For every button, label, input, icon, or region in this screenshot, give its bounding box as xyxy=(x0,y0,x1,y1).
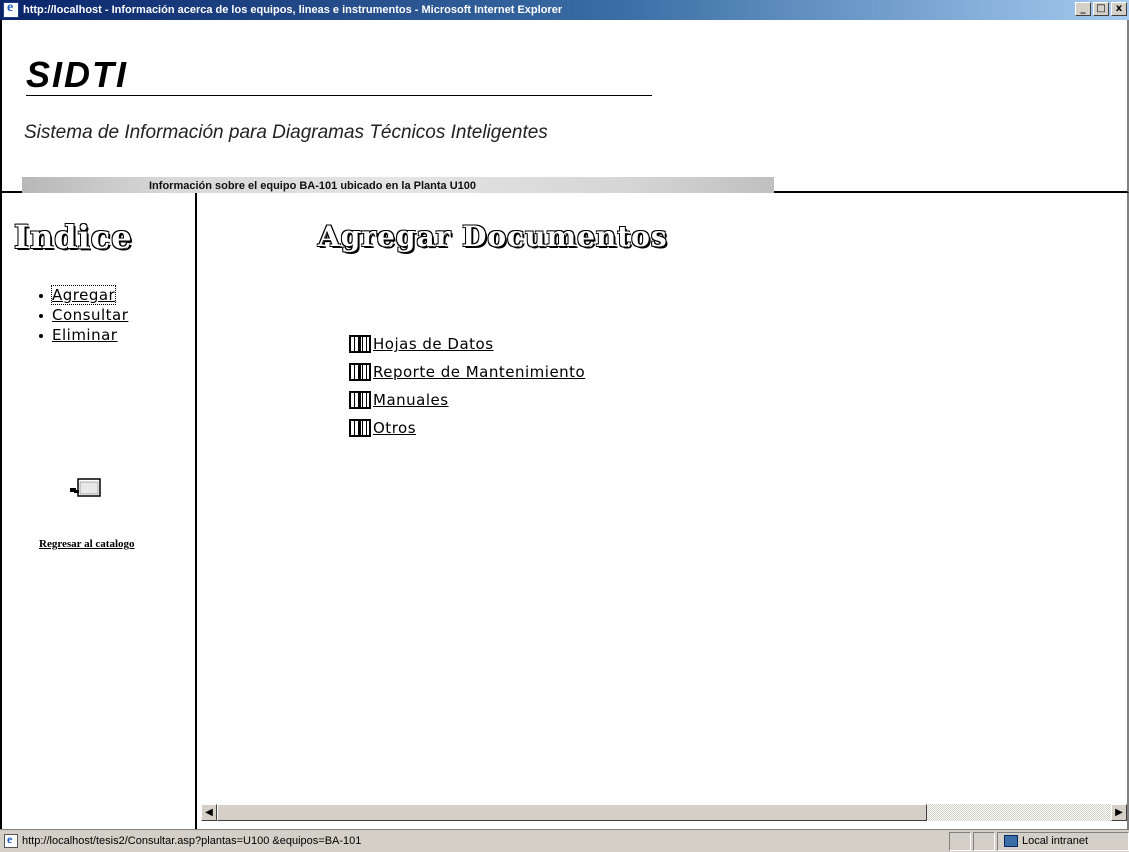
sidebar-frame: Indice Agregar Consultar Eliminar Regres… xyxy=(0,193,197,829)
main-frame: Agregar Documentos Hojas de Datos Report… xyxy=(197,193,1129,829)
horizontal-scrollbar[interactable]: ◀ ▶ xyxy=(201,804,1127,821)
site-subtitle: Sistema de Información para Diagramas Té… xyxy=(24,122,548,143)
brand-logo: SIDTI xyxy=(26,54,129,95)
sidebar-link-agregar[interactable]: Agregar xyxy=(50,285,117,305)
scrollbar-thumb[interactable] xyxy=(217,804,927,821)
list-item[interactable]: Manuales xyxy=(349,386,585,414)
scroll-left-button[interactable]: ◀ xyxy=(201,804,217,821)
sidebar-title: Indice xyxy=(14,218,133,256)
status-bar: http://localhost/tesis2/Consultar.asp?pl… xyxy=(0,829,1129,852)
sidebar-link-consultar[interactable]: Consultar xyxy=(52,306,128,324)
security-zone-label: Local intranet xyxy=(1021,835,1088,847)
back-to-catalog-link[interactable]: Regresar al catalogo xyxy=(39,538,135,550)
sidebar-item-agregar[interactable]: Agregar xyxy=(38,285,128,305)
list-item[interactable]: Otros xyxy=(349,414,585,442)
sidebar-item-eliminar[interactable]: Eliminar xyxy=(38,325,128,345)
status-panel-empty xyxy=(972,831,995,851)
window-title: http://localhost - Información acerca de… xyxy=(23,4,563,16)
document-type-list: Hojas de Datos Reporte de Mantenimiento … xyxy=(349,330,585,442)
manuales-link[interactable]: Manuales xyxy=(373,391,449,409)
page-status-icon xyxy=(4,832,18,848)
intranet-icon xyxy=(1003,835,1018,847)
sidebar-item-consultar[interactable]: Consultar xyxy=(38,305,128,325)
header-frame: SIDTI Sistema de Información para Diagra… xyxy=(0,20,1129,196)
list-item[interactable]: Hojas de Datos xyxy=(349,330,585,358)
book-icon[interactable] xyxy=(349,419,371,437)
window-titlebar: http://localhost - Información acerca de… xyxy=(0,0,1129,20)
window-controls: _ □ x xyxy=(1075,2,1127,16)
book-icon[interactable] xyxy=(349,335,371,353)
status-url: http://localhost/tesis2/Consultar.asp?pl… xyxy=(22,835,362,847)
minimize-button[interactable]: _ xyxy=(1075,2,1091,16)
book-icon[interactable] xyxy=(349,391,371,409)
scroll-right-button[interactable]: ▶ xyxy=(1111,804,1127,821)
ie-logo-icon xyxy=(3,0,19,18)
catalog-folder-icon[interactable] xyxy=(70,476,102,498)
security-zone: Local intranet xyxy=(996,831,1129,851)
maximize-button[interactable]: □ xyxy=(1093,2,1109,16)
otros-link[interactable]: Otros xyxy=(373,419,416,437)
list-item[interactable]: Reporte de Mantenimiento xyxy=(349,358,585,386)
status-panel-empty xyxy=(948,831,971,851)
sidebar-menu: Agregar Consultar Eliminar xyxy=(38,285,128,345)
close-button[interactable]: x xyxy=(1111,2,1127,16)
hojas-de-datos-link[interactable]: Hojas de Datos xyxy=(373,335,494,353)
book-icon[interactable] xyxy=(349,363,371,381)
page-title: Agregar Documentos xyxy=(318,220,668,253)
reporte-de-mantenimiento-link[interactable]: Reporte de Mantenimiento xyxy=(373,363,585,381)
brand-divider xyxy=(26,95,652,96)
sidebar-link-eliminar[interactable]: Eliminar xyxy=(52,326,117,344)
status-panels: Local intranet xyxy=(947,831,1129,851)
